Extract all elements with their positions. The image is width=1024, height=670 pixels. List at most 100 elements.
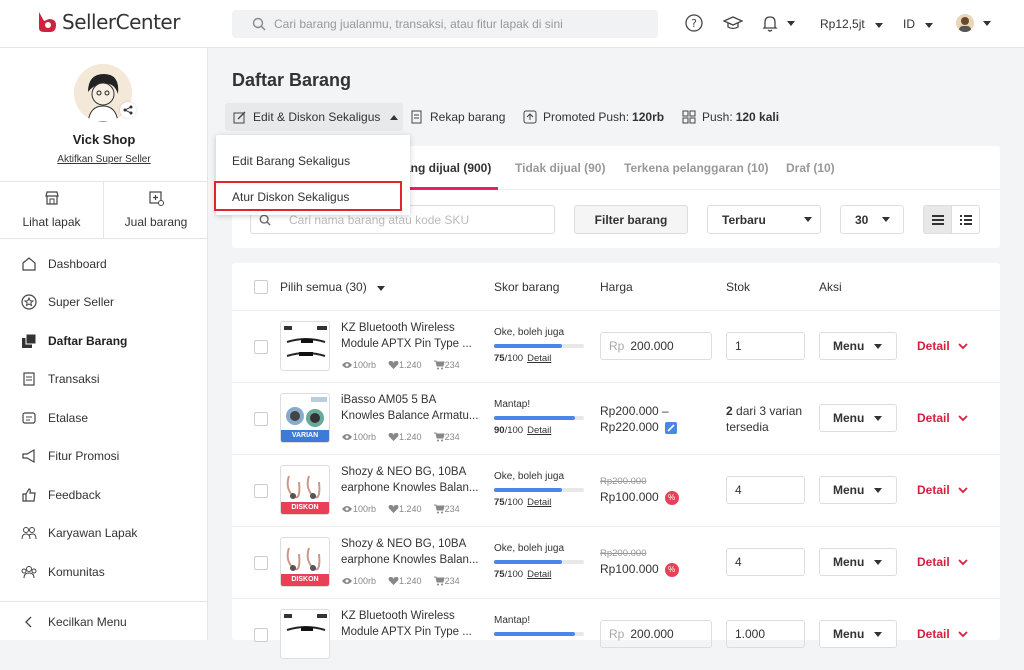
user-avatar[interactable] [956,14,974,32]
sidebar-item-label: Fitur Promosi [48,449,120,463]
product-name[interactable]: KZ Bluetooth Wireless Module APTX Pin Ty… [341,320,481,352]
sidebar-item-karyawan-lapak[interactable]: Karyawan Lapak [20,525,137,541]
chevron-down-icon [874,487,883,493]
select-all-checkbox[interactable] [254,280,268,294]
edit-price-icon[interactable] [665,421,678,434]
price-input[interactable]: Rp 200.000 [600,620,712,648]
per-page-select[interactable]: 30 [840,205,904,234]
product-thumbnail[interactable] [280,321,330,371]
filter-button[interactable]: Filter barang [574,205,688,234]
education-icon[interactable] [723,14,743,32]
collapse-menu-label: Kecilkan Menu [48,615,127,629]
sidebar-item-dashboard[interactable]: Dashboard [20,256,107,272]
language-dropdown[interactable]: ID [903,17,933,31]
row-detail-toggle[interactable]: Detail [917,483,968,497]
megaphone-icon [20,448,38,464]
product-thumbnail[interactable] [280,609,330,659]
logo[interactable]: SellerCenter [36,10,180,34]
score-detail-link[interactable]: Detail [527,353,551,364]
views-stat: 100rb [341,576,382,586]
likes-stat: 1.240 [388,576,428,586]
global-search-input[interactable]: Cari barang jualanmu, transaksi, atau fi… [232,10,658,38]
push-info[interactable]: Push: 120 kali [682,103,779,131]
menu-item-edit-bulk[interactable]: Edit Barang Sekaligus [232,154,350,168]
table-row: KZ Bluetooth Wireless Module APTX Pin Ty… [232,310,1000,382]
stock-input[interactable]: 1.000 [726,620,805,648]
detail-list-icon [959,214,972,225]
score-detail-link[interactable]: Detail [527,425,551,436]
product-thumbnail[interactable]: VARIAN [280,393,330,443]
share-icon[interactable] [120,102,136,118]
sidebar-item-komunitas[interactable]: Komunitas [20,564,105,580]
detail-view-toggle[interactable] [951,205,980,234]
activate-super-seller-link[interactable]: Aktifkan Super Seller [0,154,208,165]
view-shop-label: Lihat lapak [22,215,81,229]
page-title: Daftar Barang [232,70,352,90]
bell-icon[interactable] [762,14,778,32]
view-shop-button[interactable]: Lihat lapak [0,181,104,239]
sidebar-item-fitur-promosi[interactable]: Fitur Promosi [20,448,119,464]
row-menu-button[interactable]: Menu [819,548,897,576]
stock-input[interactable]: 4 [726,476,805,504]
product-name[interactable]: Shozy & NEO BG, 10BA earphone Knowles Ba… [341,536,481,568]
original-price: Rp200.000 [600,476,647,487]
stock-input[interactable]: 1 [726,332,805,360]
stock-input[interactable]: 4 [726,548,805,576]
help-icon[interactable]: ? [685,14,703,32]
score-detail-link[interactable]: Detail [527,497,551,508]
sidebar-item-label: Transaksi [48,372,100,386]
sold-stat: 234 [433,504,466,514]
row-checkbox[interactable] [254,412,268,426]
sort-select[interactable]: Terbaru [707,205,821,234]
row-checkbox[interactable] [254,340,268,354]
price-input[interactable]: Rp 200.000 [600,332,712,360]
heart-icon [388,505,399,513]
sell-item-button[interactable]: Jual barang [104,181,208,239]
tab-draf[interactable]: Draf (10) [786,161,835,175]
sidebar-item-super-seller[interactable]: Super Seller [20,294,114,310]
saldo-dropdown[interactable]: Rp12,5jt [820,17,883,31]
select-all-label[interactable]: Pilih semua (30) [280,280,385,294]
tag-icon [20,410,38,426]
row-menu-button[interactable]: Menu [819,476,897,504]
row-checkbox[interactable] [254,484,268,498]
row-menu-button[interactable]: Menu [819,332,897,360]
sidebar-item-feedback[interactable]: Feedback [20,487,101,503]
row-detail-toggle[interactable]: Detail [917,627,968,641]
tab-terkena-pelanggaran[interactable]: Terkena pelanggaran (10) [624,161,769,175]
collapse-menu-button[interactable]: Kecilkan Menu [20,614,127,630]
product-thumbnail[interactable]: DISKON [280,537,330,587]
row-menu-button[interactable]: Menu [819,620,897,648]
sold-stat: 234 [433,360,466,370]
list-view-icon [931,214,944,225]
chevron-down-icon[interactable] [787,21,795,26]
product-thumbnail[interactable]: DISKON [280,465,330,515]
row-checkbox[interactable] [254,556,268,570]
row-detail-toggle[interactable]: Detail [917,555,968,569]
chevron-down-icon [882,217,891,222]
rekap-barang-button[interactable]: Rekap barang [410,103,505,131]
chevron-down-icon[interactable] [983,21,991,26]
row-detail-toggle[interactable]: Detail [917,339,968,353]
sidebar-item-daftar-barang[interactable]: Daftar Barang [20,333,127,349]
views-stat: 100rb [341,360,382,370]
score-bar [494,344,584,348]
product-name[interactable]: iBasso AM05 5 BA Knowles Balance Armatu.… [341,392,481,424]
promoted-push-info[interactable]: Promoted Push: 120rb [523,103,664,131]
product-name[interactable]: KZ Bluetooth Wireless Module APTX Pin Ty… [341,608,481,640]
tab-dijual[interactable]: ang dijual (900) [404,161,491,175]
sidebar-item-transaksi[interactable]: Transaksi [20,371,100,387]
score-detail-link[interactable]: Detail [527,569,551,580]
top-header: SellerCenter Cari barang jualanmu, trans… [0,0,1024,48]
product-name[interactable]: Shozy & NEO BG, 10BA earphone Knowles Ba… [341,464,481,496]
chevron-down-icon [874,559,883,565]
column-header-harga: Harga [600,280,633,294]
edit-discount-bulk-label: Edit & Diskon Sekaligus [253,110,381,124]
tab-tidak-dijual[interactable]: Tidak dijual (90) [515,161,605,175]
edit-discount-bulk-button[interactable]: Edit & Diskon Sekaligus [225,103,403,131]
sidebar-item-etalase[interactable]: Etalase [20,410,88,426]
list-view-toggle[interactable] [923,205,952,234]
score-label: Mantap! [494,399,531,410]
row-detail-toggle[interactable]: Detail [917,411,968,425]
row-menu-button[interactable]: Menu [819,404,897,432]
